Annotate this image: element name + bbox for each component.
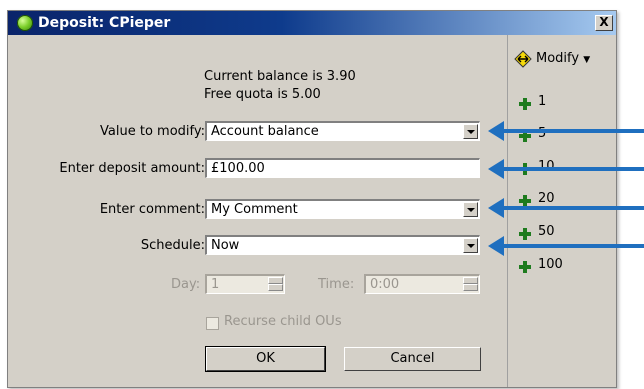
- time-label: Time:: [318, 277, 355, 292]
- schedule-value: Now: [211, 238, 240, 253]
- day-spinner[interactable]: 1: [205, 274, 285, 294]
- quick-amount-20[interactable]: 20: [538, 191, 555, 206]
- annotation-arrow: [502, 129, 644, 133]
- time-value: 0:00: [370, 277, 400, 292]
- arrow-left-icon: [488, 159, 504, 179]
- deposit-dialog: Deposit: CPieper X Current balance is 3.…: [7, 10, 617, 388]
- arrow-left-icon: [488, 236, 504, 256]
- annotation-arrow: [502, 244, 644, 248]
- window-title: Deposit: CPieper: [38, 15, 171, 31]
- cancel-button[interactable]: Cancel: [344, 347, 481, 371]
- chevron-down-icon[interactable]: [463, 238, 478, 253]
- day-label: Day:: [171, 277, 201, 292]
- annotation-arrow: [502, 206, 644, 210]
- plus-icon: [519, 261, 531, 273]
- value-to-modify-value: Account balance: [211, 124, 319, 139]
- chevron-down-icon[interactable]: [463, 202, 478, 217]
- recurse-checkbox[interactable]: [206, 317, 219, 330]
- plus-icon: [519, 228, 531, 240]
- schedule-label: Schedule:: [140, 238, 205, 253]
- title-bar[interactable]: Deposit: CPieper X: [8, 11, 616, 35]
- schedule-select[interactable]: Now: [205, 235, 480, 255]
- recurse-label: Recurse child OUs: [224, 314, 342, 329]
- spinner-arrows-icon[interactable]: [463, 277, 478, 292]
- value-to-modify-select[interactable]: Account balance: [205, 121, 480, 141]
- close-button[interactable]: X: [595, 15, 613, 31]
- plus-icon: [519, 98, 531, 110]
- quick-amount-1[interactable]: 1: [538, 94, 546, 109]
- time-spinner[interactable]: 0:00: [364, 274, 480, 294]
- arrow-left-icon: [488, 198, 504, 218]
- modify-label: Modify: [536, 51, 580, 66]
- quick-amounts-panel: Modify ▼ 1 5 10 20 50 100: [507, 35, 616, 387]
- day-value: 1: [211, 277, 220, 292]
- quota-text: Free quota is 5.00: [204, 87, 321, 102]
- ok-button[interactable]: OK: [205, 346, 326, 372]
- deposit-amount-input[interactable]: £100.00: [205, 158, 480, 178]
- quick-amount-100[interactable]: 100: [538, 257, 563, 272]
- deposit-amount-value: £100.00: [211, 161, 265, 176]
- quick-amount-50[interactable]: 50: [538, 224, 555, 239]
- modify-icon: [514, 50, 532, 68]
- balance-text: Current balance is 3.90: [204, 69, 356, 84]
- chevron-down-icon: ▼: [583, 55, 591, 65]
- deposit-amount-label: Enter deposit amount:: [59, 161, 205, 176]
- value-to-modify-label: Value to modify:: [100, 124, 205, 139]
- modify-menu-button[interactable]: Modify ▼: [536, 51, 590, 66]
- comment-value: My Comment: [211, 202, 298, 217]
- comment-select[interactable]: My Comment: [205, 199, 480, 219]
- chevron-down-icon[interactable]: [463, 124, 478, 139]
- app-icon: [17, 15, 33, 31]
- arrow-left-icon: [488, 121, 504, 141]
- comment-label: Enter comment:: [99, 202, 205, 217]
- annotation-arrow: [502, 167, 644, 171]
- spinner-arrows-icon[interactable]: [268, 277, 283, 292]
